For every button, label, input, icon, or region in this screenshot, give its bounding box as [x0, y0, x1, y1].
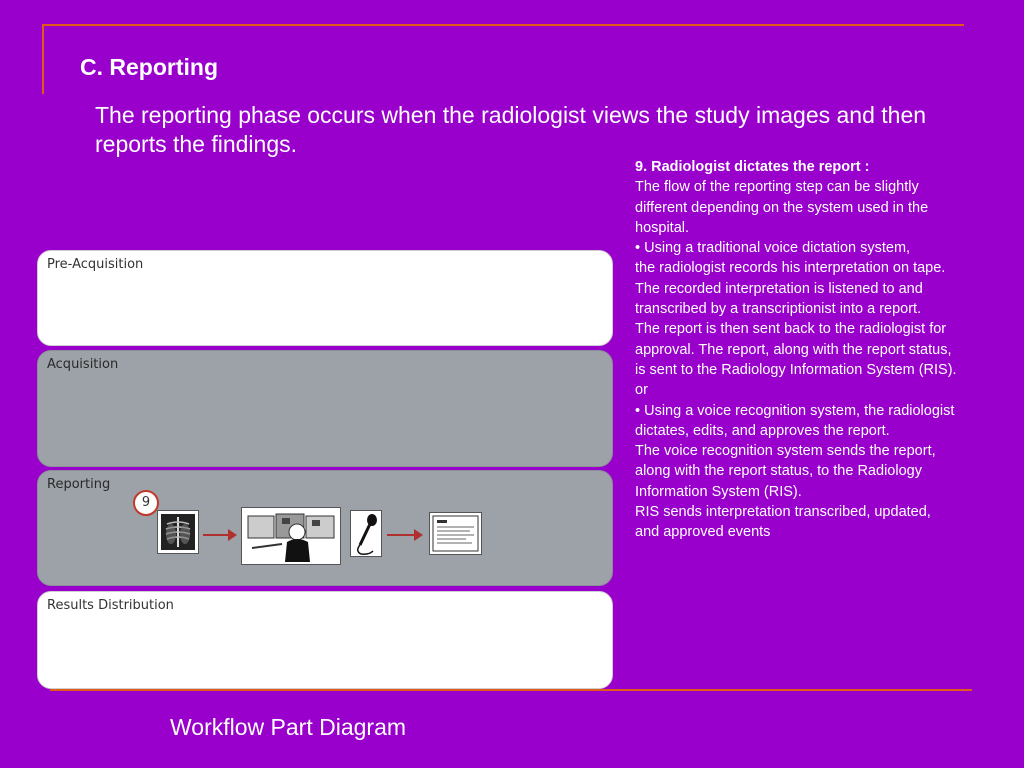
notes-line: is sent to the Radiology Information Sys… [635, 361, 957, 378]
report-document-icon [429, 512, 482, 555]
notes-line: RIS sends interpretation transcribed, up… [635, 504, 931, 521]
step-notes: 9. Radiologist dictates the report : The… [635, 157, 1020, 543]
notes-line: transcribed by a transcriptionist into a… [635, 301, 922, 318]
flow-arrow [387, 529, 423, 541]
lane-label: Reporting [47, 477, 111, 492]
intro-text: The reporting phase occurs when the radi… [95, 102, 927, 157]
notes-line: The recorded interpretation is listened … [635, 280, 923, 297]
notes-line: The flow of the reporting step can be sl… [635, 179, 919, 196]
lane-reporting: Reporting 9 [37, 470, 613, 586]
notes-line: • Using a traditional voice dictation sy… [635, 240, 911, 257]
lane-acquisition: Acquisition [37, 350, 613, 467]
notes-line: dictates, edits, and approves the report… [635, 422, 890, 439]
notes-line: or [635, 382, 648, 399]
notes-line: and approved events [635, 524, 771, 541]
notes-line: hospital. [635, 219, 690, 236]
flow-arrow [203, 529, 237, 541]
notes-line: different depending on the system used i… [635, 199, 929, 216]
bottom-rule [50, 689, 972, 691]
lane-label: Acquisition [47, 357, 119, 372]
notes-line: The report is then sent back to the radi… [635, 321, 947, 338]
diagram-caption: Workflow Part Diagram [170, 714, 407, 740]
notes-line: the radiologist records his interpretati… [635, 260, 946, 277]
section-heading: C. Reporting [80, 54, 218, 80]
notes-line: Information System (RIS). [635, 483, 802, 500]
xray-image-icon [157, 510, 199, 554]
lane-label: Pre-Acquisition [47, 257, 144, 272]
left-rule [42, 24, 44, 94]
top-rule [42, 24, 964, 26]
lane-label: Results Distribution [47, 598, 174, 613]
lane-pre-acquisition: Pre-Acquisition [37, 250, 613, 346]
step-number-badge: 9 [133, 490, 159, 516]
notes-title: 9. Radiologist dictates the report : [635, 159, 870, 175]
notes-line: The voice recognition system sends the r… [635, 443, 936, 460]
notes-line: along with the report status, to the Rad… [635, 463, 922, 480]
microphone-icon [350, 510, 382, 557]
lane-results-distribution: Results Distribution [37, 591, 613, 689]
notes-line: approval. The report, along with the rep… [635, 341, 952, 358]
notes-line: • Using a voice recognition system, the … [635, 402, 955, 419]
radiologist-workstation-icon [241, 507, 341, 565]
